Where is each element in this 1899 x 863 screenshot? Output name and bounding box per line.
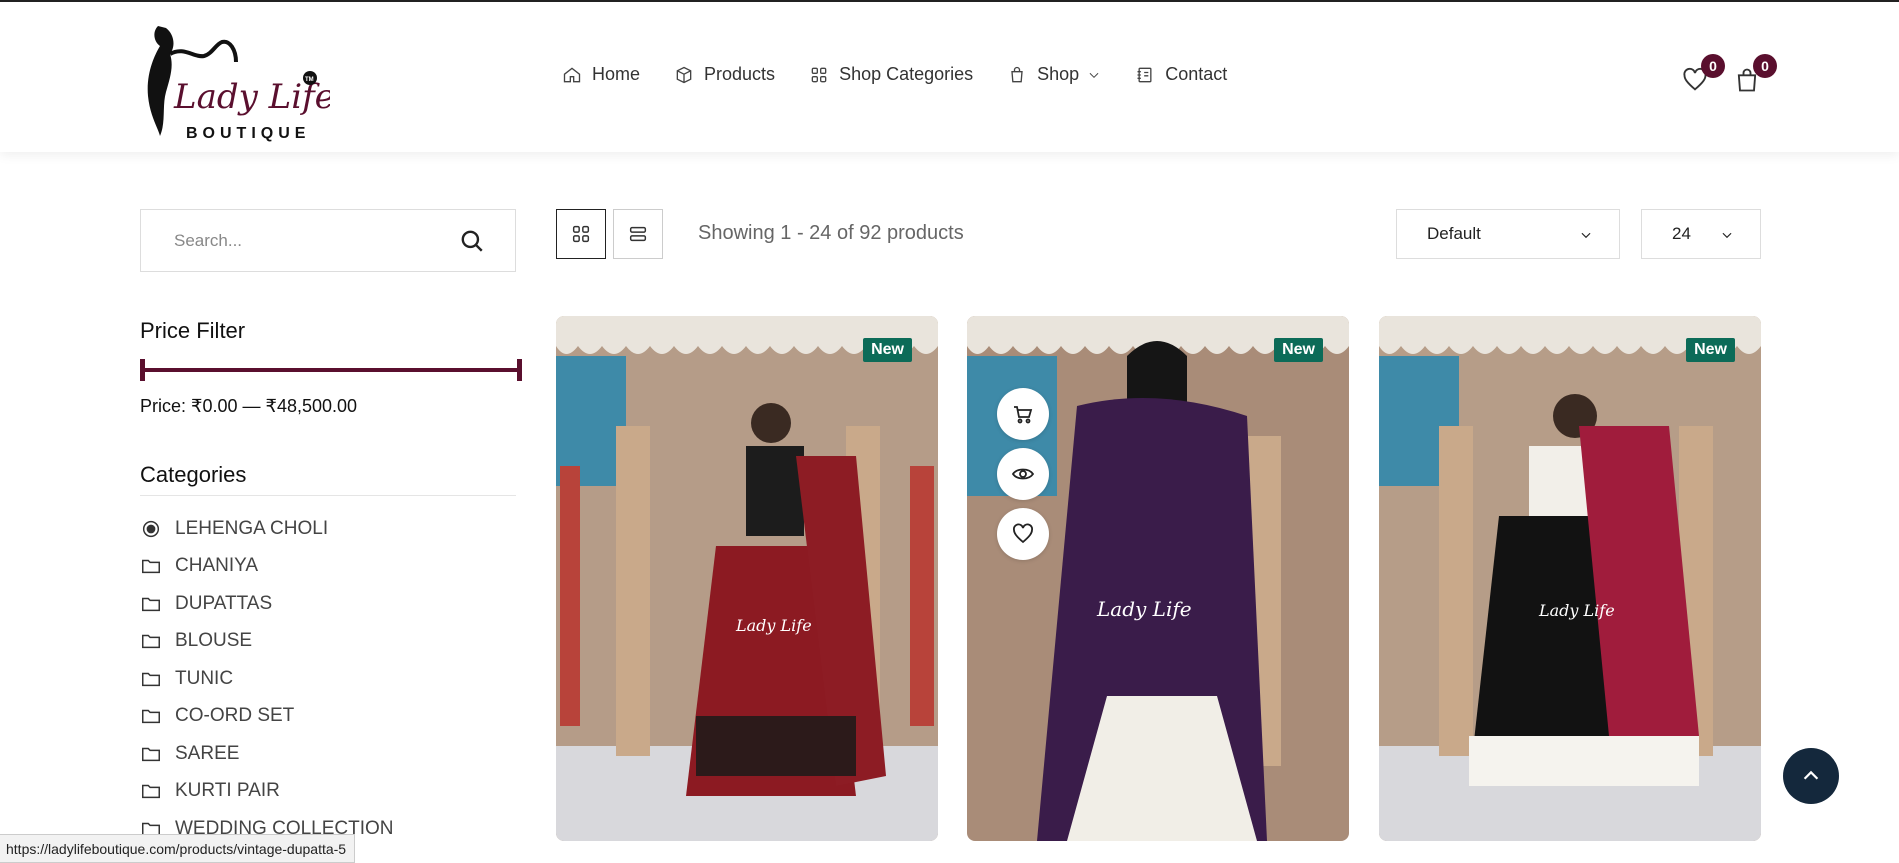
chevron-down-icon [1722, 232, 1732, 239]
nav-shop[interactable]: Shop [1007, 64, 1101, 85]
new-badge: New [863, 338, 912, 362]
folder-icon [142, 560, 160, 574]
chevron-down-icon [1089, 72, 1099, 78]
search-box [140, 209, 516, 272]
new-badge: New [1274, 338, 1323, 362]
sort-select[interactable]: Default [1396, 209, 1620, 259]
svg-text:Lady Life: Lady Life [1096, 597, 1192, 621]
folder-icon [142, 672, 160, 686]
divider [140, 495, 516, 496]
nav-shop-categories[interactable]: Shop Categories [809, 64, 973, 85]
cart-icon [1014, 406, 1033, 424]
wishlist-button[interactable]: 0 [1681, 54, 1725, 96]
category-item-lehenga-choli[interactable]: LEHENGA CHOLI [140, 510, 394, 548]
price-min-handle[interactable] [140, 359, 145, 381]
category-item-saree[interactable]: SAREE [140, 735, 394, 773]
category-list: LEHENGA CHOLI CHANIYA DUPATTAS BLOUSE TU… [140, 510, 394, 848]
category-label: DUPATTAS [175, 592, 273, 614]
svg-text:BOUTIQUE: BOUTIQUE [186, 125, 310, 142]
eye-icon [1011, 468, 1035, 480]
box-icon [676, 66, 692, 83]
list-view-icon [629, 226, 647, 242]
nav-contact[interactable]: Contact [1135, 64, 1227, 85]
category-item-chaniya[interactable]: CHANIYA [140, 548, 394, 586]
price-max-handle[interactable] [517, 359, 522, 381]
wishlist-count-badge: 0 [1701, 54, 1725, 78]
nav-home-label: Home [592, 64, 641, 84]
per-page-select-value: 24 [1672, 224, 1691, 243]
home-icon [563, 66, 581, 82]
nav-shop-label: Shop [1037, 64, 1080, 84]
new-badge: New [1686, 338, 1735, 362]
brand-logo[interactable]: Lady Life BOUTIQUE TM [140, 16, 335, 142]
folder-icon [142, 710, 160, 724]
add-to-wishlist-button[interactable] [997, 508, 1049, 560]
category-item-co-ord-set[interactable]: CO-ORD SET [140, 698, 394, 736]
cart-count-badge: 0 [1753, 54, 1777, 78]
nav-contact-label: Contact [1165, 64, 1228, 84]
nav-products-label: Products [704, 64, 776, 84]
cart-button[interactable]: 0 [1733, 54, 1777, 96]
product-image: Lady Life [556, 316, 938, 841]
nav-home[interactable]: Home [562, 64, 640, 85]
category-label: SAREE [175, 742, 240, 764]
radio-selected-icon [142, 520, 160, 537]
nav-products[interactable]: Products [674, 64, 775, 85]
folder-icon [142, 785, 160, 799]
folder-icon [142, 597, 160, 611]
price-filter-title: Price Filter [140, 318, 246, 343]
category-item-tunic[interactable]: TUNIC [140, 660, 394, 698]
svg-text:TM: TM [305, 77, 314, 83]
categories-title: Categories [140, 462, 247, 487]
nav-shop-categories-label: Shop Categories [839, 64, 974, 84]
per-page-select[interactable]: 24 [1641, 209, 1761, 259]
category-item-blouse[interactable]: BLOUSE [140, 623, 394, 661]
svg-text:Lady Life: Lady Life [735, 616, 812, 635]
category-label: CO-ORD SET [175, 705, 295, 727]
search-input[interactable] [141, 230, 441, 251]
svg-text:Lady Life: Lady Life [1538, 601, 1615, 620]
main-nav: Home Products Shop Categories Shop Conta… [562, 64, 1261, 85]
folder-icon [142, 747, 160, 761]
price-range-label: Price: ₹0.00 — ₹48,500.00 [140, 396, 358, 416]
category-label: KURTI PAIR [175, 780, 280, 802]
results-count: Showing 1 - 24 of 92 products [698, 222, 964, 244]
category-label: CHANIYA [175, 555, 259, 577]
site-header: Lady Life BOUTIQUE TM Home Products Shop… [0, 2, 1899, 152]
category-item-kurti-pair[interactable]: KURTI PAIR [140, 773, 394, 811]
price-range-slider[interactable] [140, 359, 522, 381]
status-bar-url: https://ladylifeboutique.com/products/vi… [0, 834, 356, 863]
product-image: Lady Life [1379, 316, 1761, 841]
sort-select-value: Default [1427, 224, 1481, 243]
product-card[interactable]: Lady Life New [967, 316, 1349, 841]
grid-icon [811, 67, 827, 82]
category-item-dupattas[interactable]: DUPATTAS [140, 585, 394, 623]
product-card[interactable]: Lady Life New [1379, 316, 1761, 841]
back-to-top-button[interactable] [1783, 748, 1839, 804]
heart-icon [1013, 523, 1033, 544]
search-icon [461, 230, 483, 252]
folder-icon [142, 635, 160, 649]
search-button[interactable] [459, 228, 487, 256]
category-label: LEHENGA CHOLI [175, 517, 329, 539]
shopping-bag-icon [1011, 66, 1023, 82]
grid-view-icon [572, 225, 590, 243]
grid-view-button[interactable] [556, 209, 606, 259]
chevron-down-icon [1581, 232, 1591, 239]
list-view-button[interactable] [613, 209, 663, 259]
category-label: BLOUSE [175, 630, 253, 652]
chevron-up-icon [1803, 770, 1819, 780]
add-to-cart-button[interactable] [997, 388, 1049, 440]
category-label: TUNIC [175, 667, 234, 689]
contact-icon [1137, 67, 1152, 82]
product-card[interactable]: Lady Life New [556, 316, 938, 841]
quick-view-button[interactable] [997, 448, 1049, 500]
